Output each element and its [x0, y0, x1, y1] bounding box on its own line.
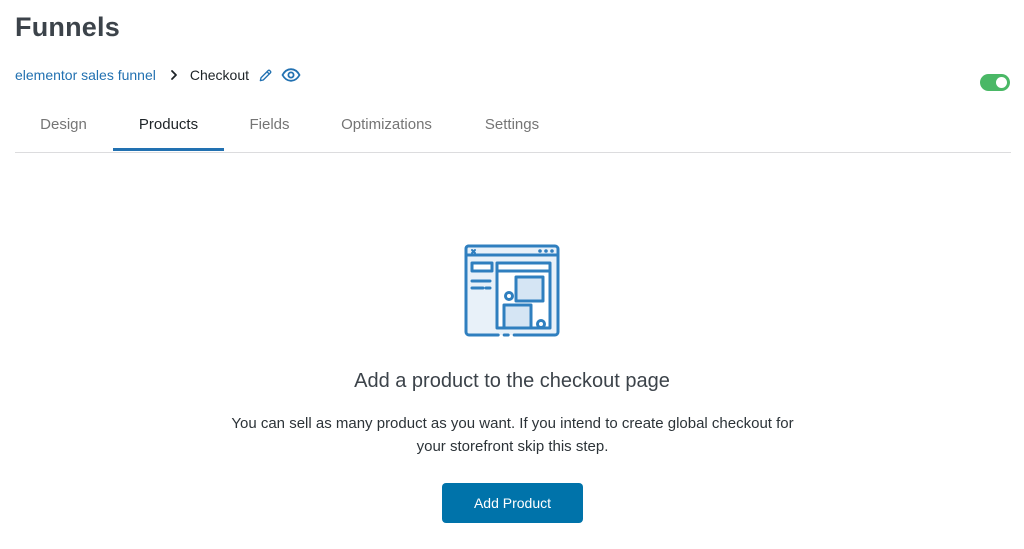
- tab-products[interactable]: Products: [113, 100, 224, 151]
- checkout-page-illustration: [463, 241, 561, 338]
- tab-bar: Design Products Fields Optimizations Set…: [15, 100, 1011, 153]
- tab-fields[interactable]: Fields: [224, 100, 315, 150]
- empty-state-description-line2: your storefront skip this step.: [416, 438, 609, 455]
- chevron-right-icon: [170, 69, 178, 81]
- tab-settings[interactable]: Settings: [458, 100, 566, 150]
- pencil-icon[interactable]: [258, 68, 273, 83]
- breadcrumb: elementor sales funnel Checkout: [15, 64, 301, 86]
- eye-icon[interactable]: [281, 68, 301, 82]
- empty-state-title: Add a product to the checkout page: [354, 370, 670, 392]
- toggle-knob: [996, 77, 1007, 88]
- add-product-button[interactable]: Add Product: [442, 483, 583, 523]
- empty-state-description-line1: You can sell as many product as you want…: [231, 415, 794, 432]
- breadcrumb-current: Checkout: [189, 67, 250, 83]
- status-toggle[interactable]: [980, 74, 1010, 91]
- page-title: Funnels: [15, 12, 120, 42]
- tab-design[interactable]: Design: [15, 100, 112, 150]
- breadcrumb-funnel-link[interactable]: elementor sales funnel: [15, 67, 156, 83]
- empty-state-description: You can sell as many product as you want…: [200, 412, 825, 458]
- tab-optimizations[interactable]: Optimizations: [315, 100, 458, 150]
